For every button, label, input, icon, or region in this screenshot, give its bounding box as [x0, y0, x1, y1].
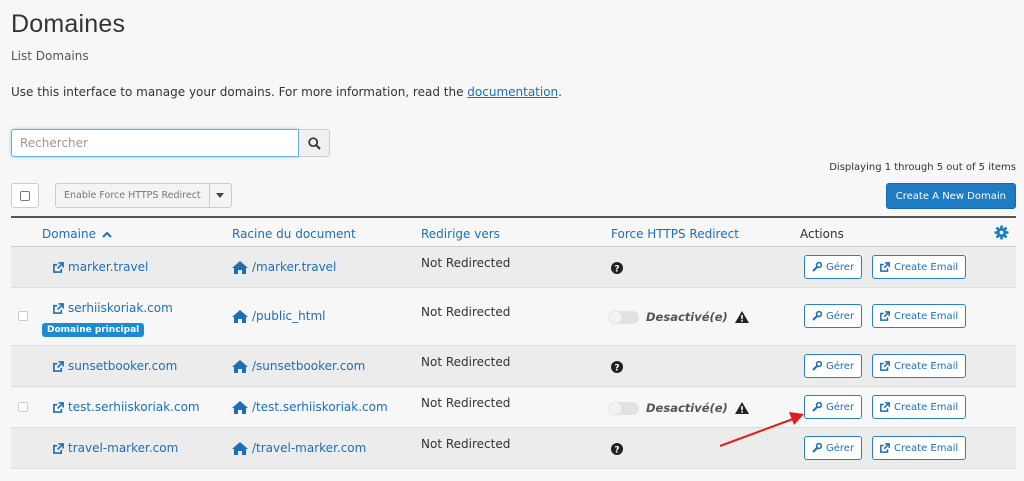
create-email-button[interactable]: Create Email	[872, 304, 967, 328]
redirect-status: Not Redirected	[421, 437, 511, 451]
help-icon[interactable]: ?	[611, 361, 623, 376]
create-email-button[interactable]: Create Email	[872, 354, 967, 378]
docroot-link[interactable]: /marker.travel	[232, 260, 336, 274]
documentation-link[interactable]: documentation	[467, 85, 558, 99]
help-icon[interactable]: ?	[611, 443, 623, 458]
sort-up-icon	[102, 231, 112, 238]
external-link-icon	[53, 401, 64, 413]
table-header: Domaine Racine du document Redirige vers…	[11, 216, 1016, 247]
https-toggle[interactable]	[609, 401, 639, 415]
docroot-link[interactable]: /public_html	[232, 309, 325, 323]
header-docroot[interactable]: Racine du document	[232, 227, 356, 241]
header-domain[interactable]: Domaine	[42, 227, 112, 241]
redirect-status: Not Redirected	[421, 256, 511, 270]
redirect-status: Not Redirected	[421, 355, 511, 369]
domain-link[interactable]: travel-marker.com	[53, 441, 178, 455]
page-title: Domaines	[11, 10, 126, 38]
wrench-icon	[812, 262, 822, 272]
external-link-icon	[880, 361, 890, 371]
external-link-icon	[880, 311, 890, 321]
home-icon	[232, 260, 248, 274]
domain-link[interactable]: test.serhiiskoriak.com	[53, 400, 200, 414]
domains-table: Domaine Racine du document Redirige vers…	[11, 216, 1016, 469]
redirect-status: Not Redirected	[421, 396, 511, 410]
displaying-count: Displaying 1 through 5 out of 5 items	[829, 162, 1016, 173]
create-domain-button[interactable]: Create A New Domain	[885, 183, 1016, 209]
external-link-icon	[880, 402, 890, 412]
header-actions: Actions	[800, 227, 844, 241]
enable-https-group: Enable Force HTTPS Redirect	[55, 183, 232, 208]
search-icon	[307, 136, 321, 150]
wrench-icon	[812, 311, 822, 321]
enable-https-dropdown[interactable]	[209, 183, 232, 208]
table-row: marker.travel /marker.travel Not Redirec…	[11, 247, 1016, 288]
primary-domain-badge: Domaine principal	[42, 323, 145, 337]
wrench-icon	[812, 402, 822, 412]
caret-down-icon	[216, 193, 225, 198]
manage-button[interactable]: Gérer	[804, 395, 863, 419]
docroot-link[interactable]: /travel-marker.com	[232, 441, 366, 455]
search-button[interactable]	[299, 129, 330, 157]
create-email-button[interactable]: Create Email	[872, 395, 967, 419]
table-row: sunsetbooker.com /sunsetbooker.com Not R…	[11, 346, 1016, 387]
svg-text:?: ?	[614, 363, 619, 373]
enable-https-button[interactable]: Enable Force HTTPS Redirect	[55, 183, 210, 208]
manage-button[interactable]: Gérer	[804, 255, 863, 279]
external-link-icon	[53, 302, 64, 314]
search-bar	[11, 129, 330, 157]
manage-button[interactable]: Gérer	[804, 304, 863, 328]
row-checkbox[interactable]	[18, 311, 28, 321]
create-email-button[interactable]: Create Email	[872, 255, 967, 279]
home-icon	[232, 441, 248, 455]
docroot-link[interactable]: /sunsetbooker.com	[232, 359, 365, 373]
external-link-icon	[53, 442, 64, 454]
table-row: test.serhiiskoriak.com /test.serhiiskori…	[11, 387, 1016, 428]
svg-text:?: ?	[614, 445, 619, 455]
gear-icon[interactable]	[994, 225, 1009, 244]
intro-text: Use this interface to manage your domain…	[11, 85, 562, 99]
home-icon	[232, 359, 248, 373]
search-input[interactable]	[11, 129, 299, 157]
warning-icon	[734, 402, 749, 414]
external-link-icon	[53, 360, 64, 372]
table-row: serhiiskoriak.com Domaine principal /pub…	[11, 288, 1016, 346]
header-redirect[interactable]: Redirige vers	[421, 227, 500, 241]
https-toggle[interactable]	[609, 310, 639, 324]
wrench-icon	[812, 361, 822, 371]
domain-link[interactable]: sunsetbooker.com	[53, 359, 177, 373]
domain-link[interactable]: marker.travel	[53, 260, 148, 274]
manage-button[interactable]: Gérer	[804, 354, 863, 378]
domain-link[interactable]: serhiiskoriak.com	[53, 301, 173, 315]
select-all-checkbox[interactable]	[11, 183, 39, 208]
external-link-icon	[880, 443, 890, 453]
table-row: travel-marker.com /travel-marker.com Not…	[11, 428, 1016, 469]
https-toggle-group: Desactivé(e)	[609, 401, 749, 415]
create-email-button[interactable]: Create Email	[872, 436, 967, 460]
warning-icon	[734, 311, 749, 323]
https-status: Desactivé(e)	[646, 401, 728, 415]
docroot-link[interactable]: /test.serhiiskoriak.com	[232, 400, 388, 414]
https-toggle-group: Desactivé(e)	[609, 310, 749, 324]
https-status: Desactivé(e)	[646, 310, 728, 324]
external-link-icon	[53, 261, 64, 273]
home-icon	[232, 400, 248, 414]
manage-button[interactable]: Gérer	[804, 436, 863, 460]
header-https[interactable]: Force HTTPS Redirect	[611, 227, 739, 241]
row-checkbox[interactable]	[18, 402, 28, 412]
page-subtitle: List Domains	[11, 49, 89, 63]
help-icon[interactable]: ?	[611, 262, 623, 277]
wrench-icon	[812, 443, 822, 453]
svg-text:?: ?	[614, 264, 619, 274]
external-link-icon	[880, 262, 890, 272]
home-icon	[232, 309, 248, 323]
redirect-status: Not Redirected	[421, 305, 511, 319]
